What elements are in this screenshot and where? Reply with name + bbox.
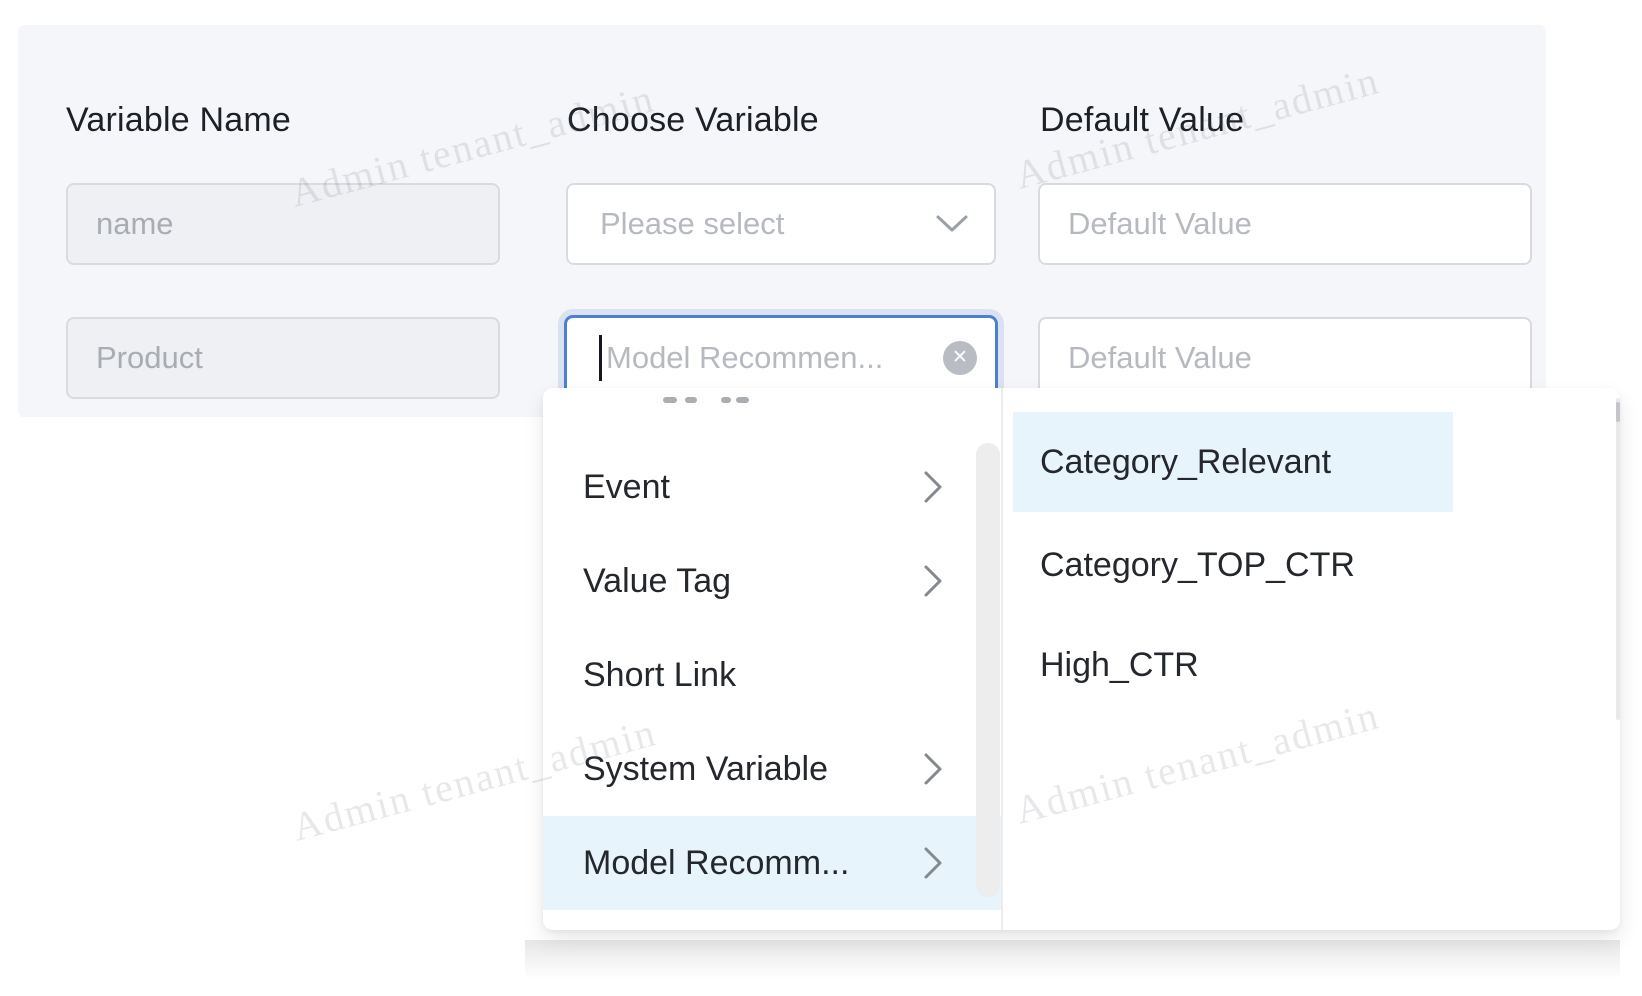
clipped-text-fragment bbox=[721, 397, 731, 403]
chevron-right-icon bbox=[923, 564, 943, 598]
chevron-down-icon bbox=[936, 215, 968, 233]
chevron-right-icon bbox=[923, 752, 943, 786]
menu-item-value-tag[interactable]: Value Tag bbox=[543, 534, 1003, 628]
page: Variable Name Choose Variable Default Va… bbox=[0, 0, 1642, 996]
submenu-item-label: High_CTR bbox=[1040, 646, 1199, 685]
choose-variable-select-row1[interactable]: Please select bbox=[566, 183, 996, 265]
clipped-menu-item[interactable] bbox=[543, 388, 1003, 418]
submenu-item-category-relevant[interactable]: Category_Relevant bbox=[1013, 412, 1453, 512]
bottom-shadow-edge bbox=[525, 940, 1620, 980]
variable-form-panel: Variable Name Choose Variable Default Va… bbox=[18, 25, 1546, 417]
variable-name-input-row2[interactable] bbox=[66, 317, 500, 399]
menu-item-label: Value Tag bbox=[583, 562, 731, 601]
chevron-right-icon bbox=[923, 846, 943, 880]
menu-item-label: System Variable bbox=[583, 750, 828, 789]
cascader-menu-column: Event Value Tag Short Link bbox=[543, 388, 1003, 930]
chevron-right-icon bbox=[923, 470, 943, 504]
submenu-item-label: Category_TOP_CTR bbox=[1040, 546, 1355, 585]
default-value-input-row1[interactable] bbox=[1038, 183, 1532, 265]
menu-item-label: Event bbox=[583, 468, 670, 507]
menu-scrollbar-thumb[interactable] bbox=[976, 443, 1000, 897]
submenu-scrollbar-track bbox=[1616, 398, 1620, 720]
select-search-placeholder: Model Recommen... bbox=[606, 340, 943, 376]
text-cursor bbox=[599, 335, 602, 381]
default-value-input-row2[interactable] bbox=[1038, 317, 1532, 399]
select-placeholder: Please select bbox=[600, 206, 784, 242]
variable-name-input-row1[interactable] bbox=[66, 183, 500, 265]
submenu-item-category-top-ctr[interactable]: Category_TOP_CTR bbox=[1013, 515, 1453, 615]
column-header-choose-variable: Choose Variable bbox=[567, 101, 819, 140]
cascader-submenu-column: Category_Relevant Category_TOP_CTR High_… bbox=[1005, 388, 1620, 930]
submenu-scrollbar-thumb[interactable] bbox=[1616, 402, 1620, 422]
submenu-item-high-ctr[interactable]: High_CTR bbox=[1013, 615, 1453, 715]
menu-item-system-variable[interactable]: System Variable bbox=[543, 722, 1003, 816]
menu-item-model-recommend[interactable]: Model Recomm... bbox=[543, 816, 1003, 910]
clipped-text-fragment bbox=[736, 397, 749, 403]
column-header-variable-name: Variable Name bbox=[66, 101, 291, 140]
menu-item-short-link[interactable]: Short Link bbox=[543, 628, 1003, 722]
cascader-dropdown: Event Value Tag Short Link bbox=[543, 388, 1620, 930]
menu-item-label: Short Link bbox=[583, 656, 736, 695]
column-header-default-value: Default Value bbox=[1040, 101, 1244, 140]
clipped-text-fragment bbox=[685, 397, 697, 403]
submenu-item-label: Category_Relevant bbox=[1040, 443, 1331, 482]
menu-item-event[interactable]: Event bbox=[543, 440, 1003, 534]
clipped-text-fragment bbox=[663, 397, 677, 403]
menu-item-label: Model Recomm... bbox=[583, 844, 849, 883]
clear-icon[interactable]: ✕ bbox=[943, 341, 977, 375]
